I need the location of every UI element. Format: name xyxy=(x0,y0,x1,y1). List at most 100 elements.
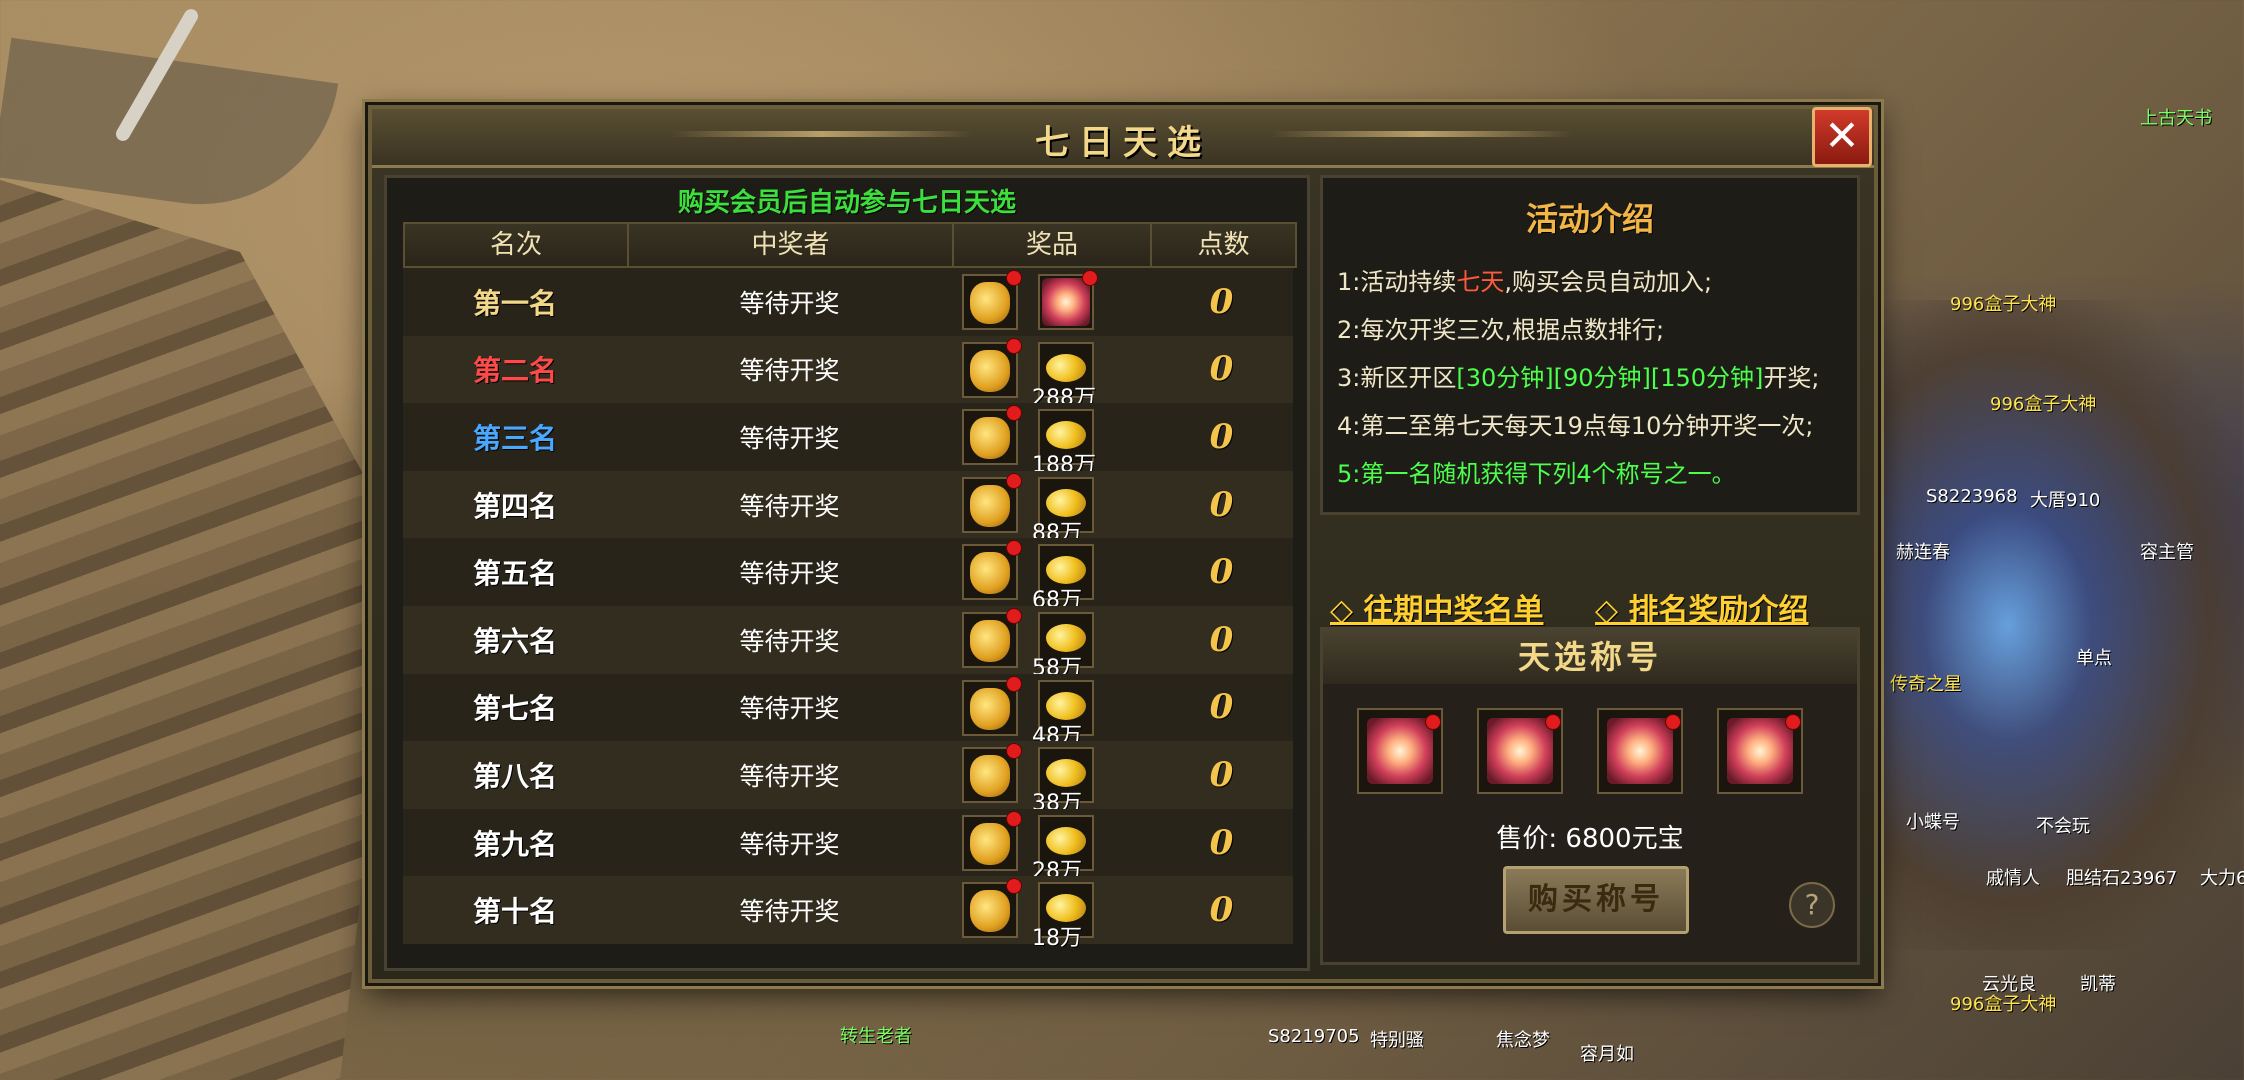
title-item-slot[interactable] xyxy=(1717,708,1803,794)
player-name-label[interactable]: 容主管 xyxy=(2140,538,2194,564)
gold-bag-icon xyxy=(970,890,1010,933)
gold-bag-icon xyxy=(970,484,1010,527)
gold-bag-icon xyxy=(970,282,1010,324)
points-value: 0 xyxy=(1209,552,1234,593)
prize-quantity: 18万 xyxy=(1032,926,1082,952)
player-name-label[interactable]: 单点 xyxy=(2076,644,2112,670)
gold-ingot-icon xyxy=(1046,894,1086,923)
title-emblem-icon xyxy=(1607,718,1673,784)
intro-text: 1:活动持续 xyxy=(1337,268,1457,296)
prize-slot-bag[interactable] xyxy=(962,472,1022,533)
notification-dot xyxy=(1006,607,1022,624)
title-emblem-icon xyxy=(1042,278,1090,326)
rank-label: 第二名 xyxy=(472,354,557,388)
player-name-label[interactable]: 凯蒂 xyxy=(2080,970,2116,996)
prize-cell: 18万 xyxy=(952,876,1150,951)
winner-status: 等待开奖 xyxy=(739,694,840,724)
notification-dot xyxy=(1006,270,1022,286)
player-name-label[interactable]: S8223968 xyxy=(1926,486,2018,507)
prize-cell: 58万 xyxy=(952,606,1150,681)
prize-cell: 28万 xyxy=(952,809,1150,884)
prize-slot-bag[interactable] xyxy=(962,540,1022,601)
rank-label: 第五名 xyxy=(472,557,557,591)
table-row: 第十名 等待开奖 18万 0 xyxy=(403,876,1293,951)
dialog-title: 七日天选 xyxy=(1035,123,1211,163)
winner-status: 等待开奖 xyxy=(739,626,840,656)
prize-slot-bag[interactable] xyxy=(962,607,1022,668)
prize-slot-bag[interactable] xyxy=(962,675,1022,736)
title-emblem-icon xyxy=(1727,718,1793,784)
notification-dot xyxy=(1006,472,1022,489)
rank-rewards-link[interactable]: ◇ 排名奖励介绍 xyxy=(1595,585,1809,629)
player-name-label[interactable]: 大厝910 xyxy=(2030,486,2100,512)
ranking-panel: 购买会员后自动参与七日天选 名次 中奖者 奖品 点数 第一名 等待开奖 0 第二名 等待… xyxy=(384,175,1310,971)
prize-cell: 48万 xyxy=(952,674,1150,749)
past-winners-link[interactable]: ◇ 往期中奖名单 xyxy=(1330,585,1544,629)
notification-dot xyxy=(1006,675,1022,692)
points-value: 0 xyxy=(1209,687,1234,728)
player-name-label[interactable]: S8219705 xyxy=(1268,1026,1360,1047)
prize-cell: 288万 xyxy=(952,336,1150,411)
points-value: 0 xyxy=(1209,754,1234,795)
player-name-label[interactable]: 996盒子大神 xyxy=(1990,390,2096,416)
player-name-label[interactable]: 容月如 xyxy=(1580,1040,1634,1066)
prize-slot-bag[interactable] xyxy=(962,743,1022,804)
prize-slot-bag[interactable] xyxy=(962,810,1022,871)
player-name-label[interactable]: 焦念梦 xyxy=(1496,1026,1550,1052)
points-value: 0 xyxy=(1209,416,1234,457)
table-row: 第二名 等待开奖 288万 0 xyxy=(403,335,1293,411)
intro-line-1: 1:活动持续七天,购买会员自动加入; xyxy=(1337,262,1712,297)
player-name-label[interactable]: 特别骚 xyxy=(1370,1026,1424,1052)
col-header-winner: 中奖者 xyxy=(629,224,954,266)
intro-line-4: 4:第二至第七天每天19点每10分钟开奖一次; xyxy=(1337,412,1814,440)
points-value: 0 xyxy=(1209,281,1234,322)
player-name-label[interactable]: 上古天书 xyxy=(2140,104,2212,130)
player-name-label[interactable]: 大力6 xyxy=(2200,864,2244,890)
player-name-label[interactable]: 胆结石23967 xyxy=(2066,864,2177,890)
gold-bag-icon xyxy=(970,687,1010,730)
points-value: 0 xyxy=(1209,822,1234,863)
winner-status: 等待开奖 xyxy=(739,559,840,589)
prize-slot-bag[interactable] xyxy=(962,270,1022,330)
gold-ingot-icon xyxy=(1046,488,1086,517)
winner-status: 等待开奖 xyxy=(739,423,840,453)
prize-slot-bag[interactable] xyxy=(962,878,1022,939)
table-row: 第七名 等待开奖 48万 0 xyxy=(403,673,1293,749)
dialog-titlebar: 七日天选 ✕ xyxy=(372,107,1874,168)
prize-cell: 88万 xyxy=(952,471,1150,546)
intro-text: 开奖; xyxy=(1763,364,1820,392)
title-item-slot[interactable] xyxy=(1357,708,1443,794)
prize-slot-title[interactable] xyxy=(1038,270,1098,330)
player-name-label[interactable]: 996盒子大神 xyxy=(1950,290,2056,316)
intro-highlight: [30分钟][90分钟][150分钟] xyxy=(1456,364,1764,392)
intro-line-5: 5:第一名随机获得下列4个称号之一。 xyxy=(1337,460,1736,488)
player-name-label[interactable]: 赫连春 xyxy=(1896,538,1950,564)
gold-ingot-icon xyxy=(1046,556,1086,585)
notification-dot xyxy=(1665,714,1681,730)
title-item-slot[interactable] xyxy=(1597,708,1683,794)
player-name-label[interactable]: 小蝶号 xyxy=(1906,808,1960,834)
points-value: 0 xyxy=(1209,484,1234,525)
title-emblem-icon xyxy=(1487,718,1553,784)
gold-bag-icon xyxy=(970,417,1010,460)
prize-slot-bag[interactable] xyxy=(962,405,1022,466)
player-name-label[interactable]: 云光良 xyxy=(1982,970,2036,996)
seven-day-selection-dialog: 七日天选 ✕ 购买会员后自动参与七日天选 名次 中奖者 奖品 点数 第一名 等待开… xyxy=(368,105,1878,983)
player-name-label[interactable]: 戚情人 xyxy=(1986,864,2040,890)
help-icon[interactable]: ? xyxy=(1789,882,1835,928)
npc-name-label[interactable]: 转生老者 xyxy=(840,1022,912,1048)
player-name-label[interactable]: 不会玩 xyxy=(2036,812,2090,838)
buy-title-button[interactable]: 购买称号 xyxy=(1503,866,1689,934)
table-row: 第四名 等待开奖 88万 0 xyxy=(403,470,1293,546)
prize-slot-bag[interactable] xyxy=(962,337,1022,398)
prize-cell: 188万 xyxy=(952,403,1150,478)
ranking-rows: 第一名 等待开奖 0 第二名 等待开奖 288万 0 第三名 等待开奖 188万 0 第四名 等待开奖 8… xyxy=(403,268,1293,951)
title-item-slot[interactable] xyxy=(1477,708,1563,794)
close-button[interactable]: ✕ xyxy=(1812,107,1872,167)
col-header-rank: 名次 xyxy=(405,224,629,266)
notification-dot xyxy=(1006,810,1022,827)
notification-dot xyxy=(1545,714,1561,730)
rank-label: 第八名 xyxy=(472,759,557,793)
prize-cell xyxy=(952,268,1150,336)
player-name-label[interactable]: 传奇之星 xyxy=(1890,670,1962,696)
